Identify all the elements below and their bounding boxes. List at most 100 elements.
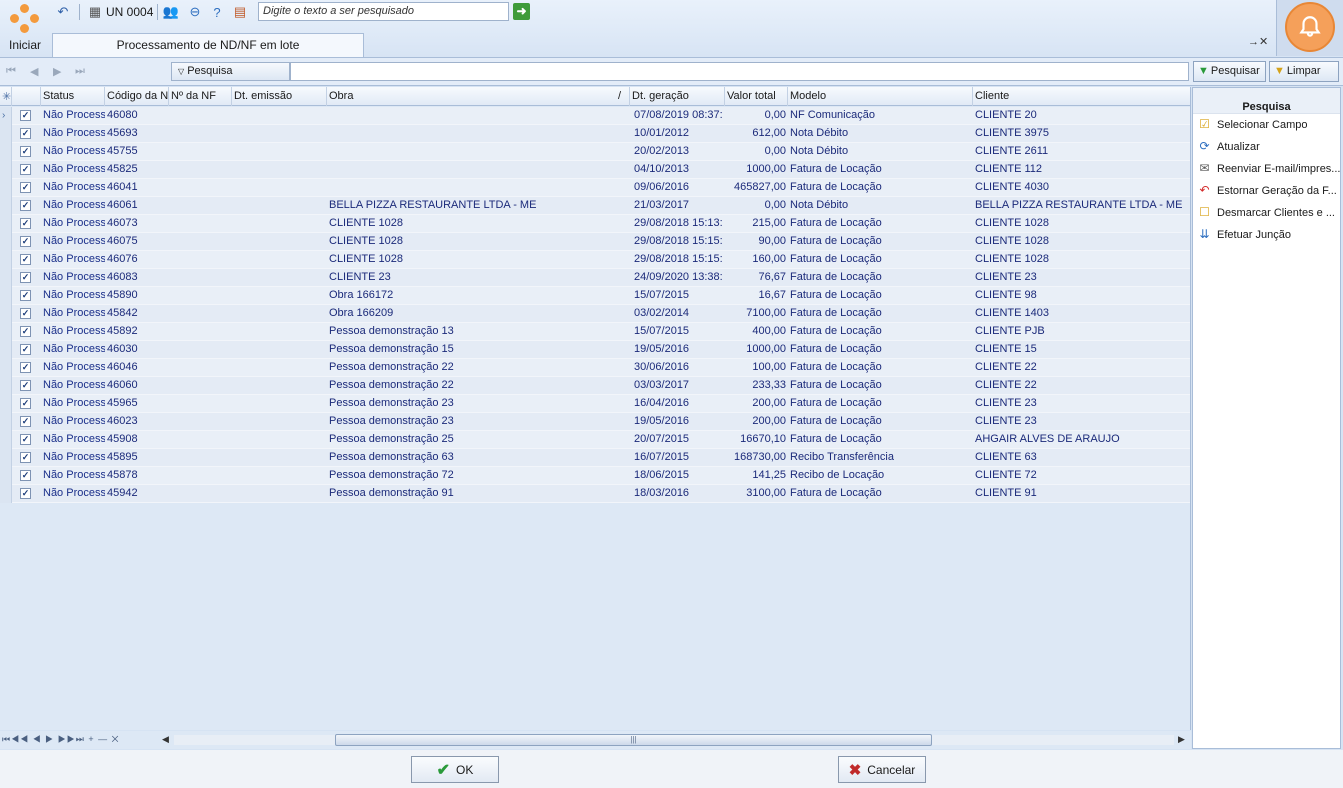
- table-row[interactable]: ✓ Não Process 46030 Pessoa demonstração 15 1…: [0, 341, 1190, 359]
- quick-search-input[interactable]: Digite o texto a ser pesquisado: [258, 2, 509, 21]
- row-indicator[interactable]: [0, 377, 12, 395]
- row-indicator[interactable]: [0, 215, 12, 233]
- grid-options-icon[interactable]: ✳: [0, 87, 12, 106]
- search-input[interactable]: [290, 62, 1189, 81]
- scroll-left-icon[interactable]: ◀: [162, 734, 169, 745]
- row-indicator[interactable]: [0, 161, 12, 179]
- search-field-selector[interactable]: ▽ Pesquisa: [171, 62, 290, 81]
- report-icon[interactable]: ▤: [231, 3, 249, 21]
- column-header-codigo[interactable]: Código da NI: [105, 87, 169, 106]
- arrow-right-icon[interactable]: ➜: [513, 3, 530, 20]
- panel-item[interactable]: ⇊ Efetuar Junção: [1193, 224, 1340, 246]
- panel-item[interactable]: ☐ Desmarcar Clientes e ...: [1193, 202, 1340, 224]
- scroll-thumb[interactable]: |||: [335, 734, 932, 746]
- table-row[interactable]: ✓ Não Process 45878 Pessoa demonstração 72 1…: [0, 467, 1190, 485]
- table-row[interactable]: ✓ Não Process 45895 Pessoa demonstração 63 1…: [0, 449, 1190, 467]
- table-row[interactable]: ✓ Não Process 46061 BELLA PIZZA RESTAURANTE…: [0, 197, 1190, 215]
- tab-close-icon[interactable]: →✕: [1248, 35, 1268, 48]
- last-record-icon[interactable]: ⏭: [75, 65, 85, 78]
- row-indicator[interactable]: [0, 125, 12, 143]
- row-checkbox[interactable]: ✓: [20, 200, 31, 211]
- panel-item[interactable]: ☑ Selecionar Campo: [1193, 114, 1340, 136]
- help-icon[interactable]: ?: [208, 3, 226, 21]
- row-checkbox[interactable]: ✓: [20, 344, 31, 355]
- row-checkbox[interactable]: ✓: [20, 470, 31, 481]
- row-indicator[interactable]: [0, 485, 12, 503]
- next-record-icon[interactable]: ▶: [53, 65, 61, 78]
- row-checkbox[interactable]: ✓: [20, 452, 31, 463]
- table-row[interactable]: ✓ Não Process 46041 09/06/2016 465827,00 Fatu…: [0, 179, 1190, 197]
- unit-label[interactable]: UN 0004: [106, 5, 153, 19]
- tab-processamento[interactable]: Processamento de ND/NF em lote: [52, 33, 364, 57]
- select-column-header[interactable]: [12, 87, 41, 106]
- panel-item[interactable]: ⟳ Atualizar: [1193, 136, 1340, 158]
- table-row[interactable]: ✓ Não Process 46073 CLIENTE 1028 29/08/2018 …: [0, 215, 1190, 233]
- row-checkbox[interactable]: ✓: [20, 164, 31, 175]
- table-row[interactable]: ✓ Não Process 45908 Pessoa demonstração 25 2…: [0, 431, 1190, 449]
- row-indicator[interactable]: [0, 449, 12, 467]
- table-row[interactable]: ✓ Não Process 45755 20/02/2013 0,00 Nota Débi…: [0, 143, 1190, 161]
- table-row[interactable]: ✓ Não Process 45965 Pessoa demonstração 23 1…: [0, 395, 1190, 413]
- row-checkbox[interactable]: ✓: [20, 398, 31, 409]
- start-button[interactable]: Iniciar: [4, 2, 46, 54]
- horizontal-scrollbar[interactable]: ◀ ||| ▶: [160, 733, 1190, 747]
- row-checkbox[interactable]: ✓: [20, 290, 31, 301]
- row-indicator[interactable]: [0, 179, 12, 197]
- column-header-nf[interactable]: Nº da NF: [169, 87, 232, 106]
- row-checkbox[interactable]: ✓: [20, 182, 31, 193]
- cancel-button[interactable]: ✖ Cancelar: [838, 756, 926, 783]
- row-checkbox[interactable]: ✓: [20, 308, 31, 319]
- row-checkbox[interactable]: ✓: [20, 488, 31, 499]
- row-indicator[interactable]: [0, 143, 12, 161]
- column-header-emissao[interactable]: Dt. emissão: [232, 87, 327, 106]
- row-indicator[interactable]: [0, 431, 12, 449]
- row-indicator[interactable]: [0, 359, 12, 377]
- row-checkbox[interactable]: ✓: [20, 434, 31, 445]
- row-checkbox[interactable]: ✓: [20, 236, 31, 247]
- search-button[interactable]: ▼ Pesquisar: [1193, 61, 1266, 82]
- column-header-modelo[interactable]: Modelo: [788, 87, 973, 106]
- column-header-obra[interactable]: Obra /: [327, 87, 630, 106]
- row-checkbox[interactable]: ✓: [20, 110, 31, 121]
- row-indicator[interactable]: [0, 287, 12, 305]
- calculator-icon[interactable]: ▦: [86, 3, 104, 21]
- row-checkbox[interactable]: ✓: [20, 254, 31, 265]
- ok-button[interactable]: ✔ OK: [411, 756, 499, 783]
- row-checkbox[interactable]: ✓: [20, 416, 31, 427]
- row-indicator[interactable]: [0, 395, 12, 413]
- table-row[interactable]: ✓ Não Process 46060 Pessoa demonstração 22 0…: [0, 377, 1190, 395]
- bell-icon[interactable]: [1285, 2, 1335, 52]
- users-icon[interactable]: 👥: [162, 3, 180, 21]
- refresh-icon[interactable]: ⊖: [186, 3, 204, 21]
- clear-button[interactable]: ▼ Limpar: [1269, 61, 1339, 82]
- undo-icon[interactable]: ↶: [54, 3, 72, 21]
- table-row[interactable]: ✓ Não Process 46076 CLIENTE 1028 29/08/2018 …: [0, 251, 1190, 269]
- row-checkbox[interactable]: ✓: [20, 326, 31, 337]
- table-row[interactable]: ✓ Não Process 46075 CLIENTE 1028 29/08/2018 …: [0, 233, 1190, 251]
- table-row[interactable]: ✓ Não Process 45890 Obra 166172 15/07/2015 16…: [0, 287, 1190, 305]
- panel-item[interactable]: ✉ Reenviar E-mail/impres...: [1193, 158, 1340, 180]
- row-checkbox[interactable]: ✓: [20, 128, 31, 139]
- row-checkbox[interactable]: ✓: [20, 146, 31, 157]
- table-row[interactable]: ✓ Não Process 46046 Pessoa demonstração 22 3…: [0, 359, 1190, 377]
- row-indicator[interactable]: [0, 251, 12, 269]
- row-checkbox[interactable]: ✓: [20, 218, 31, 229]
- table-row[interactable]: › ✓ Não Process 46080 07/08/2019 08:37: 0,00 N…: [0, 107, 1190, 125]
- row-checkbox[interactable]: ✓: [20, 362, 31, 373]
- row-checkbox[interactable]: ✓: [20, 272, 31, 283]
- first-record-icon[interactable]: ⏮: [6, 65, 16, 78]
- row-indicator[interactable]: [0, 323, 12, 341]
- row-indicator[interactable]: ›: [0, 107, 12, 125]
- column-header-valor[interactable]: Valor total: [725, 87, 788, 106]
- grid-navigator[interactable]: ⏮◀◀ ◀ ▶ ▶▶⏭ + — ✕: [2, 734, 120, 745]
- row-indicator[interactable]: [0, 197, 12, 215]
- table-row[interactable]: ✓ Não Process 45942 Pessoa demonstração 91 1…: [0, 485, 1190, 503]
- prev-record-icon[interactable]: ◀: [30, 65, 38, 78]
- table-row[interactable]: ✓ Não Process 46083 CLIENTE 23 24/09/2020 13…: [0, 269, 1190, 287]
- row-indicator[interactable]: [0, 341, 12, 359]
- row-indicator[interactable]: [0, 305, 12, 323]
- scroll-right-icon[interactable]: ▶: [1178, 734, 1185, 745]
- column-header-geracao[interactable]: Dt. geração: [630, 87, 725, 106]
- table-row[interactable]: ✓ Não Process 45693 10/01/2012 612,00 Nota Dé…: [0, 125, 1190, 143]
- table-row[interactable]: ✓ Não Process 45842 Obra 166209 03/02/2014 71…: [0, 305, 1190, 323]
